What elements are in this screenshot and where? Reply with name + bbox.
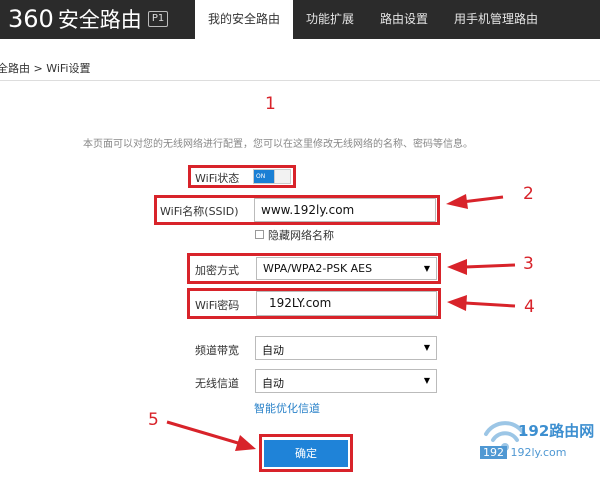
arrow-4 <box>447 295 516 311</box>
annotation-number-4: 4 <box>524 297 535 317</box>
annotation-number-3: 3 <box>523 254 534 274</box>
annotation-number-2: 2 <box>523 184 534 204</box>
watermark-url-rest: 192ly.com <box>510 446 567 459</box>
arrow-5 <box>166 420 256 451</box>
annotation-arrows <box>166 194 516 451</box>
watermark: 192路由网 192 192ly.com <box>480 408 598 468</box>
annotation-number-5: 5 <box>148 410 159 430</box>
watermark-url: 192 192ly.com <box>480 446 598 460</box>
watermark-title: 192路由网 <box>518 422 595 440</box>
arrow-3 <box>447 259 516 275</box>
watermark-url-prefix: 192 <box>480 446 507 459</box>
arrow-2 <box>446 194 504 209</box>
